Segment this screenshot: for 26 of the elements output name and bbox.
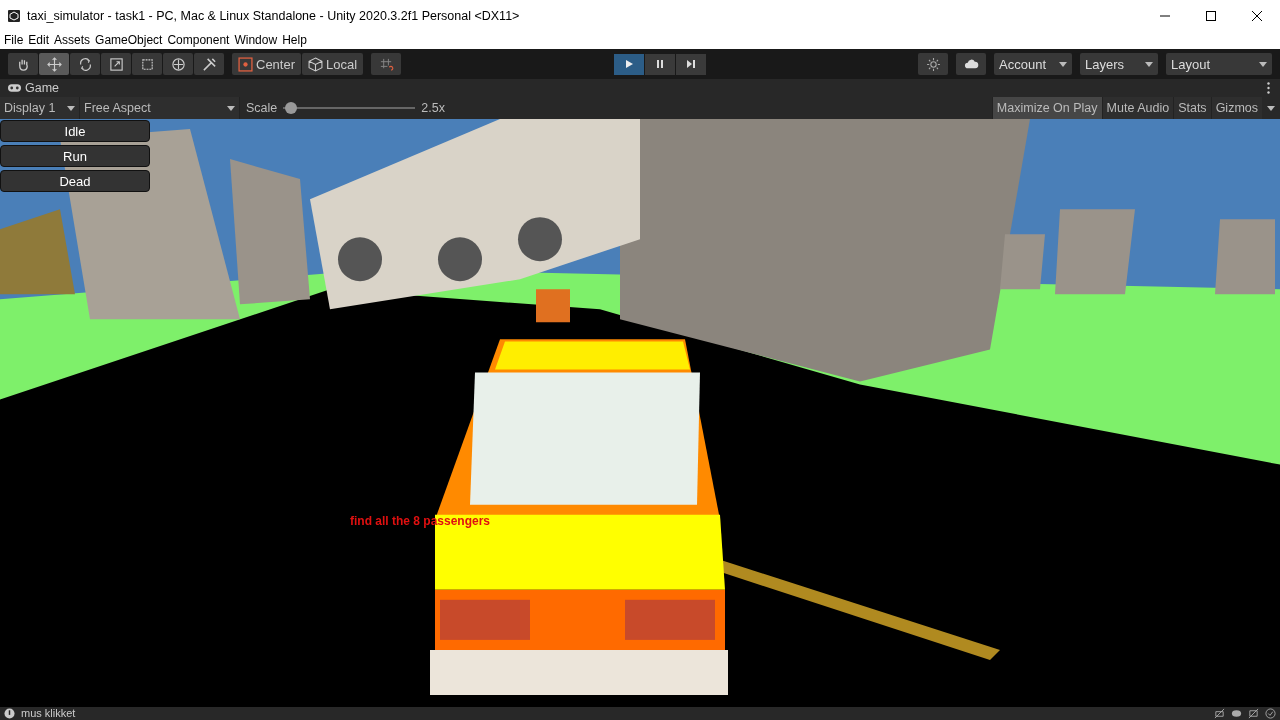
- status-message: mus klikket: [21, 707, 76, 720]
- scale-value: 2.5x: [420, 101, 446, 115]
- menu-item[interactable]: Help: [282, 33, 307, 47]
- toggle-button[interactable]: Mute Audio: [1101, 97, 1174, 119]
- game-tab[interactable]: Game: [8, 81, 60, 95]
- game-button[interactable]: Dead: [0, 170, 150, 192]
- dropdown[interactable]: Layout: [1166, 53, 1272, 75]
- display-dropdown[interactable]: Display 1: [0, 97, 80, 119]
- game-button[interactable]: Idle: [0, 120, 150, 142]
- menu-item[interactable]: File: [4, 33, 24, 47]
- toggle-button[interactable]: Maximize On Play: [991, 97, 1102, 119]
- menu-item[interactable]: Assets: [54, 33, 91, 47]
- toggle-button[interactable]: Stats: [1173, 97, 1211, 119]
- game-button[interactable]: Run: [0, 145, 150, 167]
- menu-item[interactable]: Edit: [28, 33, 50, 47]
- dropdown[interactable]: Account: [994, 53, 1072, 75]
- dropdown[interactable]: Layers: [1080, 53, 1158, 75]
- pivot-button[interactable]: Center: [232, 53, 302, 75]
- toggle-button[interactable]: Gizmos: [1210, 97, 1262, 119]
- aspect-dropdown[interactable]: Free Aspect: [80, 97, 240, 119]
- pivot-button[interactable]: Local: [302, 53, 364, 75]
- window-title: taxi_simulator - task1 - PC, Mac & Linux Standalone - Unity 2020.3.2f1 Personal <DX11>: [27, 8, 520, 23]
- menu-item[interactable]: Component: [167, 33, 230, 47]
- menu-item[interactable]: GameObject: [95, 33, 163, 47]
- menu-item[interactable]: Window: [234, 33, 278, 47]
- scale-label: Scale: [245, 101, 279, 115]
